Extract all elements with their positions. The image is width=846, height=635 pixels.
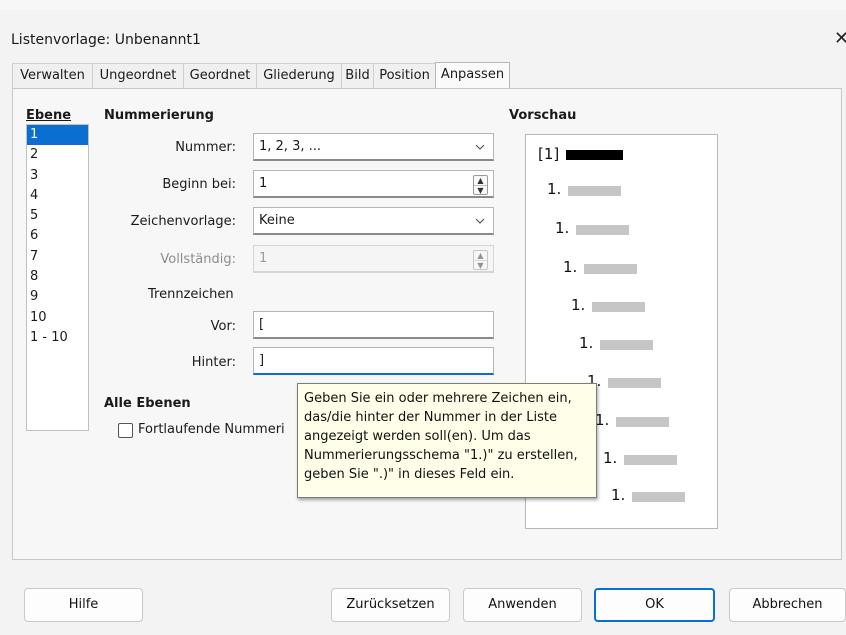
preview-text-bar <box>576 225 629 235</box>
preview-number: [1] <box>538 145 560 163</box>
tab-geordnet[interactable]: Geordnet <box>183 63 257 88</box>
close-icon[interactable]: ✕ <box>834 28 846 49</box>
level-item[interactable]: 6 <box>27 226 88 246</box>
spin-buttons[interactable]: ▲ ▼ <box>473 175 488 195</box>
complete-value: 1 <box>259 251 268 266</box>
preview-heading: Vorschau <box>509 108 577 123</box>
cancel-label: Abbrechen <box>752 597 823 612</box>
window-title: Listenvorlage: Unbenannt1 <box>11 32 201 48</box>
tab-position[interactable]: Position <box>373 63 436 88</box>
preview-number: 1. <box>579 334 594 352</box>
preview-text-bar <box>632 492 685 502</box>
spin-up-icon[interactable]: ▲ <box>474 176 487 185</box>
ok-button[interactable]: OK <box>594 588 715 622</box>
apply-label: Anwenden <box>488 597 557 612</box>
complete-label: Vollständig: <box>160 252 236 267</box>
preview-text-bar <box>584 264 637 274</box>
preview-number: 1. <box>547 180 562 198</box>
charstyle-label: Zeichenvorlage: <box>130 214 236 229</box>
preview-number: 1. <box>555 219 570 237</box>
start-spinbox[interactable]: 1 ▲ ▼ <box>253 170 494 198</box>
tooltip-line: das/die hinter der Nummer in der Liste <box>304 410 557 425</box>
before-value: [ <box>259 317 265 332</box>
preview-text-bar <box>592 302 645 312</box>
tab-anpassen[interactable]: Anpassen <box>435 62 510 89</box>
level-item[interactable]: 8 <box>27 267 88 287</box>
tooltip-line: geben Sie ".)" in dieses Feld ein. <box>304 467 515 482</box>
all-levels-heading: Alle Ebenen <box>104 396 191 411</box>
title-bar: Listenvorlage: Unbenannt1 ✕ <box>0 10 846 54</box>
preview-number: 1. <box>611 486 626 504</box>
ok-label: OK <box>645 597 664 612</box>
preview-text-bar <box>616 417 669 427</box>
preview-number: 1. <box>595 411 610 429</box>
preview-text-bar <box>624 455 677 465</box>
before-label: Vor: <box>210 319 236 334</box>
preview-text-bar <box>566 150 623 160</box>
number-select[interactable]: 1, 2, 3, ... <box>253 133 494 161</box>
spin-down-icon: ▼ <box>474 260 487 270</box>
preview-number: 1. <box>563 258 578 276</box>
help-button[interactable]: Hilfe <box>24 588 143 622</box>
spin-up-icon: ▲ <box>477 251 484 260</box>
after-input[interactable]: ] <box>253 347 494 375</box>
numbering-heading: Nummerierung <box>104 108 214 123</box>
preview-number: 1. <box>571 296 586 314</box>
help-label: Hilfe <box>68 597 99 612</box>
tab-gliederung[interactable]: Gliederung <box>256 63 342 88</box>
preview-text-bar <box>568 186 621 196</box>
reset-button[interactable]: Zurücksetzen <box>331 588 450 622</box>
tab-verwalten[interactable]: Verwalten <box>12 63 93 88</box>
spin-down-icon[interactable]: ▼ <box>474 185 487 195</box>
preview-text-bar <box>608 378 661 388</box>
start-label: Beginn bei: <box>162 177 236 192</box>
charstyle-value: Keine <box>259 213 295 228</box>
consecutive-label[interactable]: Fortlaufende Nummeri <box>138 422 285 437</box>
complete-spinbox: 1 ▲ ▼ <box>253 245 494 273</box>
preview-text-bar <box>600 340 653 350</box>
tooltip-line: Nummerierungsschema "1.)" zu erstellen, <box>304 448 578 463</box>
chevron-down-icon <box>475 218 485 224</box>
level-heading: Ebene <box>26 108 72 123</box>
spin-buttons: ▲ ▼ <box>473 250 488 270</box>
tooltip-line: Geben Sie ein oder mehrere Zeichen ein, <box>304 391 572 406</box>
charstyle-select[interactable]: Keine <box>253 207 494 235</box>
tab-ungeordnet[interactable]: Ungeordnet <box>92 63 184 88</box>
level-list[interactable]: 1 2 3 4 5 6 7 8 9 10 1 - 10 <box>26 124 89 431</box>
separator-label: Trennzeichen <box>148 287 234 302</box>
chevron-down-icon <box>475 144 485 150</box>
cancel-button[interactable]: Abbrechen <box>729 588 846 622</box>
before-input[interactable]: [ <box>253 311 494 339</box>
after-value: ] <box>259 353 265 368</box>
level-item[interactable]: 9 <box>27 287 88 307</box>
start-value: 1 <box>259 176 268 191</box>
reset-label: Zurücksetzen <box>346 597 435 612</box>
preview-number: 1. <box>603 449 618 467</box>
tooltip: Geben Sie ein oder mehrere Zeichen ein, … <box>297 383 597 498</box>
consecutive-checkbox[interactable] <box>118 423 133 438</box>
number-value: 1, 2, 3, ... <box>259 139 322 154</box>
number-label: Nummer: <box>175 140 236 155</box>
tab-bild[interactable]: Bild <box>341 63 374 88</box>
tooltip-line: angezeigt werden soll(en). Um das <box>304 429 531 444</box>
apply-button[interactable]: Anwenden <box>463 588 582 622</box>
after-label: Hinter: <box>191 355 236 370</box>
